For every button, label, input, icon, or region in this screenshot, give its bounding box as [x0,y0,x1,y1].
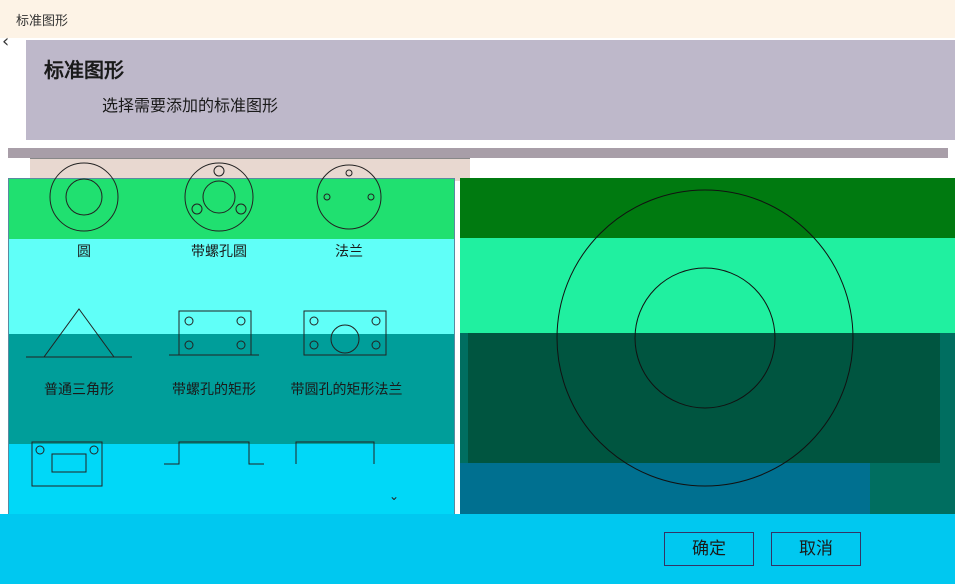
shape-tile-rect-with-holes[interactable]: 带螺孔的矩形 [159,299,269,399]
circle-with-holes-shape-icon [184,162,254,232]
ok-button[interactable]: 确定 [664,532,754,566]
step-profile-shape-icon [295,441,375,464]
rect-slot-shape-icon [31,441,103,487]
notched-profile-shape-icon [164,441,264,465]
title-bar: 标准图形 [0,0,955,38]
header-subtitle: 选择需要添加的标准图形 [102,96,279,115]
dialog-header: 标准图形 选择需要添加的标准图形 [26,40,955,140]
shape-list[interactable]: 圆 带螺孔圆 法兰 普通三角形 带螺孔的矩形 带圆孔的矩形法兰 ⌄ [8,162,455,516]
shape-tile-circle-with-holes[interactable]: 带螺孔圆 [164,159,274,260]
circle-shape-icon [49,162,119,232]
rect-with-holes-shape-icon [169,310,259,356]
cancel-button[interactable]: 取消 [771,532,861,566]
shape-label: 普通三角形 [44,382,114,398]
shape-tile-triangle[interactable]: 普通三角形 [24,299,134,399]
header-title: 标准图形 [44,58,124,82]
shape-tile-rect-flange[interactable]: 带圆孔的矩形法兰 [284,299,409,399]
shape-tile-circle[interactable]: 圆 [29,159,139,260]
shape-label: 带螺孔的矩形 [172,382,256,398]
shape-label: 带圆孔的矩形法兰 [290,382,403,398]
shape-label: 圆 [77,244,91,260]
rect-flange-shape-icon [303,310,387,356]
preview-drawing [556,189,854,487]
shape-preview [460,178,955,514]
shape-label: 法兰 [335,244,363,260]
window-title: 标准图形 [16,14,69,29]
flange-shape-icon [316,164,382,230]
shape-tile-flange[interactable]: 法兰 [294,159,404,260]
triangle-shape-icon [26,308,132,358]
back-chevron-icon[interactable]: ‹ [2,33,9,51]
shape-label: 带螺孔圆 [191,244,247,260]
chevron-down-icon[interactable]: ⌄ [389,489,399,503]
separator [8,148,948,158]
